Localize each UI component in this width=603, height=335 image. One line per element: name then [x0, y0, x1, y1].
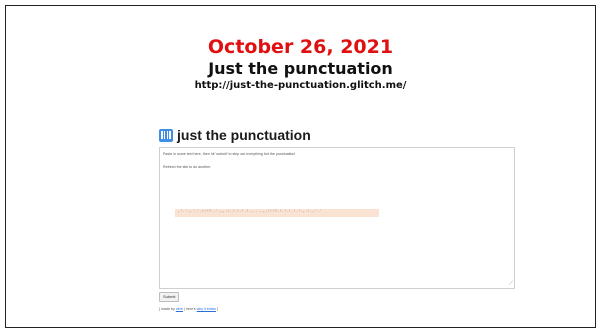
- slide-url: http://just-the-punctuation.glitch.me/: [194, 80, 407, 91]
- app-header: just the punctuation: [159, 127, 515, 143]
- footer: [ made by clive | here's why it exists ]: [159, 307, 218, 311]
- punctuation-bars-icon: [159, 128, 173, 142]
- resize-grip-icon[interactable]: ⟋: [509, 281, 513, 287]
- app-screenshot: just the punctuation Paste in some text …: [159, 127, 515, 311]
- punctuation-output-text: ,'.'.,'.'.!!!?..'.,,.!.!.!.!.!.,....,,!!…: [178, 210, 322, 214]
- why-link[interactable]: why it exists: [197, 307, 216, 311]
- footer-suffix: ]: [215, 307, 218, 311]
- footer-middle: | here's: [182, 307, 197, 311]
- slide-header: October 26, 2021 Just the punctuation ht…: [6, 36, 595, 92]
- footer-prefix: [ made by: [159, 307, 176, 311]
- slide-date: October 26, 2021: [207, 36, 394, 58]
- slide-title: Just the punctuation: [208, 59, 393, 78]
- instructions-text: Paste in some text here, then hit 'submi…: [163, 152, 296, 156]
- submit-button[interactable]: Submit: [159, 292, 180, 302]
- text-input-area[interactable]: Paste in some text here, then hit 'submi…: [159, 147, 515, 289]
- refresh-note: Refresh the site to do another.: [163, 165, 212, 169]
- author-link[interactable]: clive: [176, 307, 183, 311]
- punctuation-output: ,'.'.,'.'.!!!?..'.,,.!.!.!.!.!.,....,,!!…: [175, 209, 379, 217]
- app-title: just the punctuation: [177, 127, 311, 143]
